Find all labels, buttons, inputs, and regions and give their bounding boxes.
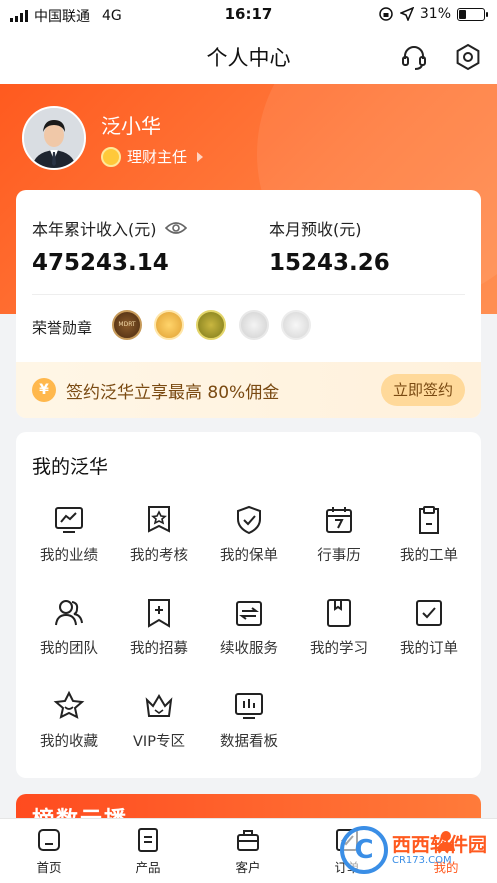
- grid-item-calendar[interactable]: 行事历: [294, 504, 384, 565]
- watermark-logo-icon: C: [339, 826, 388, 874]
- year-income-label-row: 本年累计收入(元): [32, 216, 187, 240]
- medal-mdrt-label: MDRT: [118, 321, 136, 328]
- coin-icon: ¥: [32, 378, 56, 402]
- section-title: 我的泛华: [32, 456, 109, 478]
- star-badge-icon: [148, 506, 170, 533]
- tab-clients[interactable]: 客户: [213, 827, 283, 876]
- grid-item-work-order[interactable]: 我的工单: [384, 504, 474, 565]
- grid-item-orders[interactable]: 我的订单: [384, 597, 474, 658]
- watermark: C 西西软件园 CR173.COM: [339, 826, 487, 874]
- grid-item-team[interactable]: 我的团队: [24, 597, 114, 658]
- nav-bar: 个人中心: [0, 30, 497, 84]
- tab-products[interactable]: 产品: [113, 827, 183, 876]
- watermark-name: 西西软件园: [391, 833, 487, 856]
- grid-item-label: 续收服务: [220, 641, 278, 657]
- tab-label: 首页: [36, 860, 62, 875]
- settings-icon[interactable]: [453, 42, 483, 72]
- medal-mdrt-icon[interactable]: MDRT: [112, 310, 142, 340]
- grid-item-label: VIP专区: [133, 734, 185, 750]
- grid-item-label: 行事历: [317, 548, 361, 564]
- eye-icon[interactable]: [164, 220, 187, 236]
- avatar[interactable]: [22, 106, 86, 170]
- renew-icon: [236, 601, 262, 626]
- grid-item-learning[interactable]: 我的学习: [294, 597, 384, 658]
- grid-item-label: 我的招募: [130, 641, 188, 657]
- avatar-portrait: [24, 108, 84, 168]
- year-income-value: 475243.14: [32, 250, 169, 276]
- grid-item-label: 我的学习: [310, 641, 368, 657]
- dashboard-icon: [235, 693, 263, 719]
- medal-green-icon[interactable]: [196, 310, 226, 340]
- client-icon: [237, 830, 259, 851]
- watermark-url: CR173.COM: [391, 854, 452, 866]
- order-check-icon: [416, 600, 442, 626]
- month-income-value: 15243.26: [269, 250, 390, 276]
- user-role[interactable]: 理财主任: [101, 146, 204, 167]
- promo-strip: ¥ 签约泛华立享最高 80%佣金 立即签约: [16, 362, 481, 418]
- location-arrow-icon: [399, 7, 414, 21]
- headset-icon[interactable]: [399, 42, 429, 72]
- rank-badge-icon: [101, 146, 121, 167]
- grid-item-label: 我的工单: [400, 548, 458, 564]
- grid-item-dashboard[interactable]: 数据看板: [204, 690, 294, 751]
- month-income-label: 本月预收(元): [269, 220, 362, 239]
- crown-icon: [145, 694, 173, 717]
- medal-silver-2-icon[interactable]: [281, 310, 311, 340]
- grid-item-policy[interactable]: 我的保单: [204, 504, 294, 565]
- home-icon: [38, 829, 60, 851]
- grid-item-label: 我的订单: [400, 641, 458, 657]
- medal-silver-icon[interactable]: [239, 310, 269, 340]
- tab-label: 客户: [235, 860, 261, 875]
- status-bar: 中国联通 4G 16:17 31%: [0, 0, 497, 30]
- grid-item-label: 我的收藏: [40, 734, 98, 750]
- calendar-icon: [326, 507, 352, 533]
- honor-label: 荣誉勋章: [32, 319, 93, 337]
- tab-home[interactable]: 首页: [14, 827, 84, 876]
- chart-monitor-icon: [55, 507, 83, 533]
- clipboard-icon: [419, 506, 439, 534]
- grid-item-vip[interactable]: VIP专区: [114, 690, 204, 751]
- grid-item-performance[interactable]: 我的业绩: [24, 504, 114, 565]
- shield-check-icon: [237, 505, 261, 535]
- book-icon: [327, 599, 351, 627]
- year-income-label: 本年累计收入(元): [32, 220, 157, 239]
- grid-item-favorites[interactable]: 我的收藏: [24, 690, 114, 751]
- grid-item-label: 数据看板: [220, 734, 278, 750]
- sign-now-button[interactable]: 立即签约: [380, 374, 465, 406]
- medal-gold-shield-icon[interactable]: [154, 310, 184, 340]
- divider: [32, 294, 465, 295]
- promo-text: 签约泛华立享最高 80%佣金: [66, 383, 280, 403]
- grid-item-label: 我的保单: [220, 548, 278, 564]
- grid-item-assessment[interactable]: 我的考核: [114, 504, 204, 565]
- income-card: 本年累计收入(元) 本月预收(元) 475243.14 15243.26 荣誉勋…: [16, 190, 481, 418]
- add-bookmark-icon: [148, 599, 170, 628]
- star-icon: [53, 690, 85, 719]
- user-name: 泛小华: [101, 114, 161, 138]
- product-icon: [138, 828, 158, 852]
- tab-label: 产品: [135, 860, 161, 875]
- team-icon: [55, 600, 83, 626]
- chevron-right-icon: [197, 151, 204, 162]
- grid-item-recruit[interactable]: 我的招募: [114, 597, 204, 658]
- grid-item-renewal[interactable]: 续收服务: [204, 597, 294, 658]
- orientation-lock-icon: [379, 7, 393, 21]
- user-role-label: 理财主任: [127, 148, 188, 166]
- my-section-card: 我的泛华 我的业绩 我的考核 我的保单 行事历 我的工单 我的团队 我的招募 续…: [16, 432, 481, 778]
- battery-percent: 31%: [419, 6, 451, 22]
- battery-icon: [457, 7, 488, 21]
- grid-item-label: 我的考核: [130, 548, 188, 564]
- grid-item-label: 我的业绩: [40, 548, 98, 564]
- grid-item-label: 我的团队: [40, 641, 98, 657]
